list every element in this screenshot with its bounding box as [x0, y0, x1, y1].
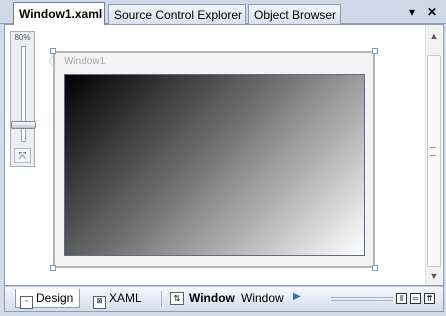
- horizontal-split-icon[interactable]: ═: [410, 293, 421, 304]
- tab-design[interactable]: ▫ Design: [15, 289, 81, 309]
- zoom-level: 80%: [14, 33, 31, 42]
- scroll-up-icon[interactable]: ▲: [426, 29, 442, 43]
- resize-handle-top-left[interactable]: [50, 48, 56, 54]
- design-view-icon: ▫: [20, 296, 33, 309]
- resize-handle-bottom-right[interactable]: [372, 265, 378, 271]
- swap-panes-icon[interactable]: ⇅: [170, 292, 184, 305]
- tab-source-control-explorer[interactable]: Source Control Explorer: [108, 4, 246, 24]
- tab-design-label: Design: [36, 291, 74, 305]
- separator: [161, 291, 162, 307]
- splitter-track[interactable]: [331, 297, 393, 301]
- scrollbar-thumb[interactable]: [427, 55, 441, 267]
- tab-window1-xaml[interactable]: Window1.xaml: [13, 2, 105, 25]
- zoom-thumb[interactable]: [11, 121, 36, 129]
- scrollbar-grip-icon: [430, 147, 436, 156]
- vertical-scrollbar[interactable]: ▲ ▼: [425, 25, 442, 285]
- tab-object-browser[interactable]: Object Browser: [248, 4, 341, 24]
- zoom-slider[interactable]: 80% ⤧: [10, 31, 36, 167]
- zoom-track[interactable]: [11, 46, 36, 142]
- breadcrumb-type: Window: [241, 291, 284, 305]
- scroll-down-icon[interactable]: ▼: [426, 269, 442, 283]
- tab-label: Source Control Explorer: [114, 8, 243, 22]
- tab-xaml[interactable]: ⊠ XAML: [89, 289, 148, 309]
- xaml-view-icon: ⊠: [93, 296, 106, 309]
- vertical-split-icon[interactable]: ‖: [396, 293, 407, 304]
- tab-xaml-label: XAML: [109, 291, 142, 305]
- designer-bottom-bar: ▫ Design ⊠ XAML ⇅ Window Window ▶ ‖ ═ ⇈: [4, 286, 444, 312]
- collapse-pane-icon[interactable]: ⇈: [424, 293, 435, 304]
- tab-label: Window1.xaml: [19, 7, 103, 21]
- breadcrumb-arrow-icon[interactable]: ▶: [293, 291, 301, 302]
- zoom-fit-icon[interactable]: ⤧: [14, 148, 31, 163]
- close-icon[interactable]: ✕: [424, 4, 440, 20]
- resize-handle-bottom-left[interactable]: [50, 265, 56, 271]
- tab-label: Object Browser: [254, 8, 337, 22]
- resize-handle-top-right[interactable]: [372, 48, 378, 54]
- window-title: Window1: [64, 56, 106, 67]
- tab-dropdown-icon[interactable]: ▾: [404, 4, 420, 20]
- gradient-grid[interactable]: [64, 74, 365, 256]
- breadcrumb-element[interactable]: Window: [189, 291, 235, 305]
